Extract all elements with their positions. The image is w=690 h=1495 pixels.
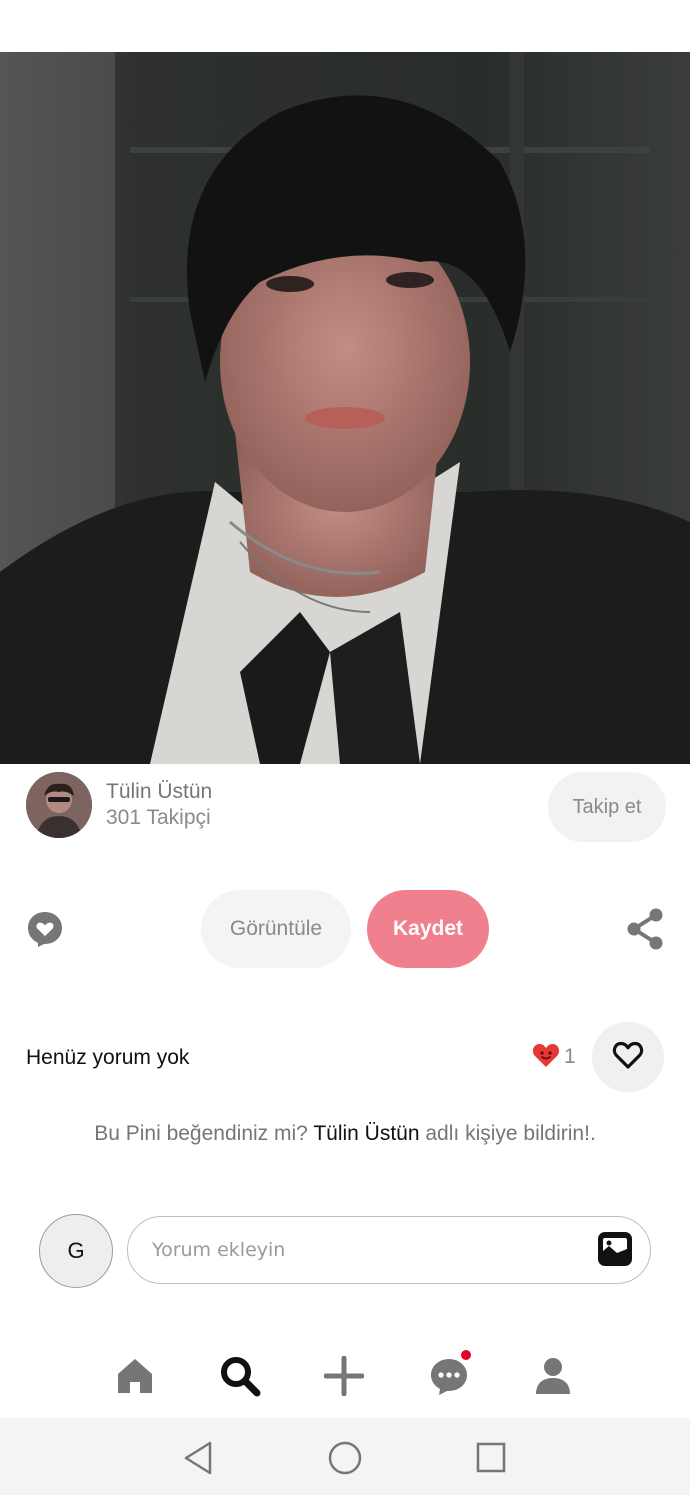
like-button[interactable] (592, 1022, 664, 1092)
reaction-heart-icon[interactable] (26, 910, 64, 948)
comment-compose-row: G (39, 1214, 651, 1288)
share-icon[interactable] (626, 908, 664, 950)
status-bar (0, 0, 690, 52)
prompt-text-before: Bu Pini beğendiniz mi? (94, 1122, 308, 1145)
heart-outline-icon (612, 1040, 644, 1075)
like-count: 1 (564, 1045, 576, 1068)
follow-button[interactable]: Takip et (548, 772, 666, 842)
home-circle-icon[interactable] (325, 1438, 365, 1478)
back-icon[interactable] (180, 1438, 220, 1478)
smile-heart-icon (532, 1042, 560, 1073)
pin-details-card: Tülin Üstün 301 Takipçi Takip et Görüntü… (0, 764, 690, 994)
nav-home[interactable] (113, 1356, 157, 1400)
notification-dot (461, 1350, 471, 1360)
save-button[interactable]: Kaydet (367, 890, 489, 968)
add-icon (323, 1355, 365, 1401)
nav-create[interactable] (322, 1355, 366, 1401)
system-nav-bar (0, 1418, 690, 1495)
share-prompt: Bu Pini beğendiniz mi? Tülin Üstün adlı … (0, 1122, 690, 1146)
messages-icon (428, 1355, 470, 1402)
bottom-nav (0, 1340, 690, 1418)
prompt-creator-name[interactable]: Tülin Üstün (313, 1122, 419, 1145)
image-upload-icon[interactable] (597, 1231, 633, 1267)
home-icon (115, 1356, 155, 1401)
comments-card: Henüz yorum yok 1 Bu Pini beğendiniz mi?… (0, 996, 690, 1326)
view-button[interactable]: Görüntüle (201, 890, 351, 968)
recents-icon[interactable] (471, 1438, 511, 1478)
creator-avatar[interactable] (26, 772, 92, 838)
creator-row[interactable]: Tülin Üstün 301 Takipçi Takip et (26, 768, 666, 842)
profile-icon (533, 1356, 573, 1401)
creator-followers: 301 Takipçi (106, 806, 211, 829)
action-row: Görüntüle Kaydet (0, 890, 690, 968)
nav-search[interactable] (218, 1356, 262, 1400)
nav-messages[interactable] (427, 1350, 471, 1402)
prompt-text-after: adlı kişiye bildirin!. (425, 1122, 596, 1145)
pin-image[interactable] (0, 52, 690, 764)
comments-title: Henüz yorum yok (26, 1046, 190, 1069)
user-avatar[interactable]: G (39, 1214, 113, 1288)
nav-profile[interactable] (531, 1356, 575, 1400)
comment-input[interactable] (127, 1216, 651, 1284)
search-icon (219, 1355, 261, 1402)
like-badge[interactable]: 1 (532, 1042, 576, 1072)
creator-name[interactable]: Tülin Üstün (106, 780, 212, 804)
